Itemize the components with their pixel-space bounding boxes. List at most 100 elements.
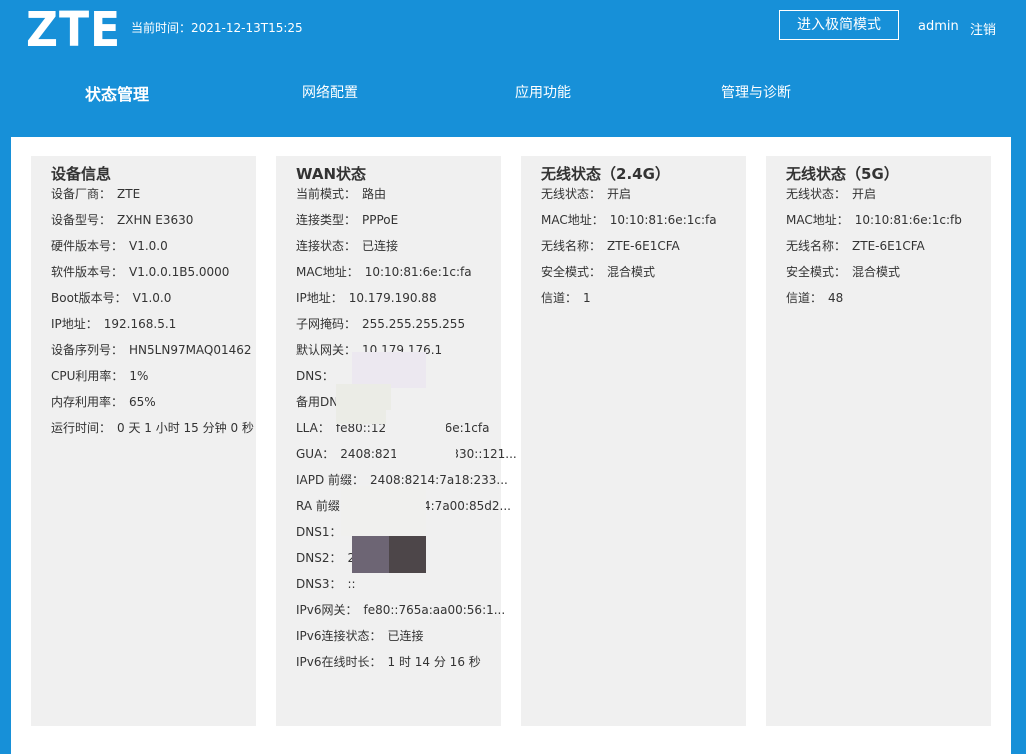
info-value: 65% bbox=[129, 395, 156, 409]
info-label: IPv6网关： bbox=[296, 603, 358, 617]
info-row: 子网掩码： 255.255.255.255 bbox=[296, 315, 465, 335]
info-label: IP地址： bbox=[296, 291, 343, 305]
info-row: 设备型号： ZXHN E3630 bbox=[51, 211, 193, 231]
info-row: IP地址： 10.179.190.88 bbox=[296, 289, 437, 309]
info-label: 连接状态： bbox=[296, 239, 357, 253]
info-label: 安全模式： bbox=[541, 265, 602, 279]
info-label: 设备序列号： bbox=[51, 343, 124, 357]
info-label: IP地址： bbox=[51, 317, 98, 331]
info-row: 信道： 1 bbox=[541, 289, 591, 309]
info-label: 软件版本号： bbox=[51, 265, 124, 279]
info-value: ZTE-6E1CFA bbox=[852, 239, 925, 253]
info-row: 安全模式： 混合模式 bbox=[541, 263, 655, 283]
logout-link[interactable]: 注销 bbox=[970, 19, 996, 38]
info-value: 1 bbox=[583, 291, 591, 305]
info-value: 混合模式 bbox=[852, 265, 901, 279]
info-row: IPv6连接状态： 已连接 bbox=[296, 627, 424, 647]
info-row: 设备序列号： HN5LN97MAQ01462 bbox=[51, 341, 252, 361]
info-value: 2408:8214:7a18:233... bbox=[370, 473, 508, 487]
info-row: 连接状态： 已连接 bbox=[296, 237, 398, 257]
info-row: Boot版本号： V1.0.0 bbox=[51, 289, 171, 309]
info-value: 48 bbox=[828, 291, 844, 305]
content-area: 设备信息 设备厂商： ZTE 设备型号： ZXHN E3630 硬件版本号： V1.0… bbox=[11, 137, 1011, 754]
zte-logo: ZTE bbox=[26, 2, 122, 58]
info-value: ZXHN E3630 bbox=[117, 213, 194, 227]
info-value: 1 时 14 分 16 秒 bbox=[387, 655, 481, 669]
info-row: DNS3：:: bbox=[296, 575, 356, 595]
info-row: IPv6在线时长： 1 时 14 分 16 秒 bbox=[296, 653, 481, 673]
info-label: Boot版本号： bbox=[51, 291, 127, 305]
info-row: IPv6网关： fe80::765a:aa00:56:1... bbox=[296, 601, 505, 621]
info-label: 运行时间： bbox=[51, 421, 112, 435]
info-value: 10:10:81:6e:1c:fb bbox=[854, 213, 962, 227]
info-value: 混合模式 bbox=[607, 265, 656, 279]
info-label: DNS1： bbox=[296, 525, 342, 539]
info-row: 设备厂商： ZTE bbox=[51, 185, 140, 205]
info-label: 无线状态： bbox=[786, 187, 847, 201]
tab-network[interactable]: 网络配置 bbox=[302, 82, 358, 102]
info-row: DNS2：2 bbox=[296, 549, 355, 569]
info-label: 默认网关： bbox=[296, 343, 357, 357]
info-value: 192.168.5.1 bbox=[103, 317, 177, 331]
info-row: CPU利用率： 1% bbox=[51, 367, 148, 387]
info-value: V1.0.0 bbox=[129, 239, 168, 253]
panel-title: WAN状态 bbox=[296, 165, 367, 183]
info-label: DNS2： bbox=[296, 551, 342, 565]
info-label: 硬件版本号： bbox=[51, 239, 124, 253]
panel-title: 无线状态（5G） bbox=[786, 165, 899, 183]
info-label: 无线名称： bbox=[541, 239, 602, 253]
info-label: 无线状态： bbox=[541, 187, 602, 201]
info-row: 无线状态： 开启 bbox=[786, 185, 876, 205]
info-value: 1% bbox=[129, 369, 149, 383]
info-label: LLA： bbox=[296, 421, 330, 435]
info-value: 255.255.255.255 bbox=[362, 317, 466, 331]
info-row: MAC地址： 10:10:81:6e:1c:fa bbox=[296, 263, 472, 283]
info-label: 子网掩码： bbox=[296, 317, 357, 331]
info-label: 当前模式： bbox=[296, 187, 357, 201]
info-label: IAPD 前缀： bbox=[296, 473, 365, 487]
info-row: 内存利用率： 65% bbox=[51, 393, 156, 413]
info-value: HN5LN97MAQ01462 bbox=[129, 343, 252, 357]
info-value: PPPoE bbox=[362, 213, 399, 227]
info-label: 信道： bbox=[541, 291, 578, 305]
tab-status[interactable]: 状态管理 bbox=[85, 81, 149, 105]
redaction-mask bbox=[352, 352, 426, 388]
tab-applications[interactable]: 应用功能 bbox=[515, 82, 571, 102]
info-row: 无线名称： ZTE-6E1CFA bbox=[786, 237, 925, 257]
info-label: IPv6在线时长： bbox=[296, 655, 382, 669]
wireless-5g-panel: 无线状态（5G） 无线状态： 开启 MAC地址： 10:10:81:6e:1c:fb… bbox=[766, 156, 991, 726]
wireless-24g-panel: 无线状态（2.4G） 无线状态： 开启 MAC地址： 10:10:81:6e:1c:… bbox=[521, 156, 746, 726]
info-value: 路由 bbox=[362, 187, 387, 201]
redaction-mask bbox=[389, 536, 426, 573]
simple-mode-button[interactable]: 进入极简模式 bbox=[779, 10, 899, 40]
panel-title: 无线状态（2.4G） bbox=[541, 165, 670, 183]
info-row: 软件版本号： V1.0.0.1B5.0000 bbox=[51, 263, 229, 283]
info-row: 连接类型： PPPoE bbox=[296, 211, 398, 231]
info-label: 信道： bbox=[786, 291, 823, 305]
info-row: 安全模式： 混合模式 bbox=[786, 263, 900, 283]
info-value: 10:10:81:6e:1c:fa bbox=[609, 213, 717, 227]
wan-status-panel: WAN状态 当前模式： 路由 连接类型： PPPoE 连接状态： 已连接 MAC地址：… bbox=[276, 156, 517, 726]
info-value: :: bbox=[347, 577, 356, 591]
info-value: 开启 bbox=[852, 187, 877, 201]
info-row: DNS： bbox=[296, 367, 340, 387]
info-value: ZTE bbox=[117, 187, 141, 201]
info-label: MAC地址： bbox=[541, 213, 604, 227]
info-label: IPv6连接状态： bbox=[296, 629, 382, 643]
info-value: ZTE-6E1CFA bbox=[607, 239, 680, 253]
info-row: IP地址： 192.168.5.1 bbox=[51, 315, 176, 335]
info-label: GUA： bbox=[296, 447, 335, 461]
info-row: 信道： 48 bbox=[786, 289, 843, 309]
tab-management[interactable]: 管理与诊断 bbox=[721, 82, 791, 102]
info-label: DNS3： bbox=[296, 577, 342, 591]
info-value: fe80::765a:aa00:56:1... bbox=[363, 603, 506, 617]
info-value: 已连接 bbox=[387, 629, 424, 643]
info-row: 硬件版本号： V1.0.0 bbox=[51, 237, 168, 257]
info-label: 内存利用率： bbox=[51, 395, 124, 409]
username: admin bbox=[918, 19, 959, 34]
info-label: MAC地址： bbox=[296, 265, 359, 279]
info-row: 运行时间： 0 天 1 小时 15 分钟 0 秒 bbox=[51, 419, 254, 439]
info-value: V1.0.0 bbox=[132, 291, 172, 305]
info-value: 10.179.190.88 bbox=[348, 291, 437, 305]
info-value: 0 天 1 小时 15 分钟 0 秒 bbox=[117, 421, 254, 435]
